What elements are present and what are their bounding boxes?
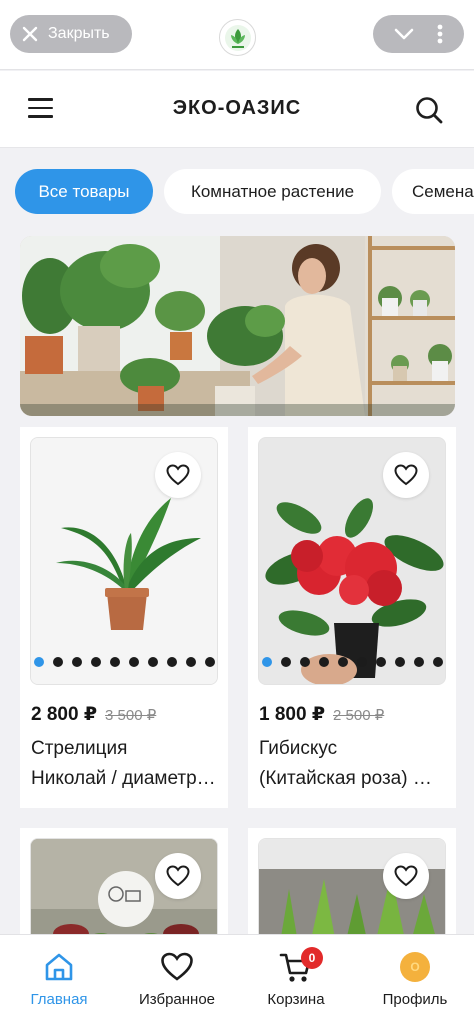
favorite-button[interactable]	[383, 853, 429, 899]
search-icon	[416, 97, 443, 124]
favorite-button[interactable]	[155, 853, 201, 899]
product-title[interactable]: Стрелиция Николай / диаметр…	[31, 734, 221, 794]
nav-cart[interactable]: 0 Корзина	[237, 935, 355, 1024]
pagination-dot[interactable]	[109, 657, 120, 667]
nav-icon-wrap: О	[400, 949, 430, 985]
brand-title: ЭКО-ОАЗИС	[172, 97, 302, 119]
pagination-dot[interactable]	[71, 657, 82, 667]
product-title-line: (Китайская роза) …	[259, 768, 432, 789]
product-title-line: Гибискус	[259, 738, 338, 759]
product-photo[interactable]	[30, 437, 218, 685]
close-icon	[22, 26, 38, 42]
pagination-dot[interactable]	[337, 657, 348, 667]
product-title[interactable]: Гибискус (Китайская роза) …	[259, 734, 449, 794]
cart-count-badge: 0	[301, 947, 323, 969]
heart-icon	[166, 464, 190, 486]
product-card[interactable]	[248, 828, 456, 948]
chip-label: Комнатное растение	[190, 181, 355, 201]
price: 1 800 ₽	[259, 704, 326, 725]
chip-label: Все товары	[38, 181, 130, 201]
pagination-dot[interactable]	[432, 657, 443, 667]
avatar: О	[400, 952, 430, 982]
product-title-line: Николай / диаметр…	[31, 768, 216, 789]
product-card[interactable]: 1 800 ₽ 2 500 ₽ Гибискус (Китайская роза…	[248, 427, 456, 808]
old-price: 3 500 ₽	[105, 707, 157, 724]
nav-label: Корзина	[267, 991, 325, 1008]
pagination-dot[interactable]	[52, 657, 63, 667]
chip-label: Семена	[412, 181, 474, 201]
pagination-dot[interactable]	[280, 657, 291, 667]
price-row: 2 800 ₽ 3 500 ₽	[31, 703, 156, 726]
pagination-dot[interactable]	[394, 657, 405, 667]
pagination-dot[interactable]	[147, 657, 158, 667]
product-photo[interactable]	[30, 838, 218, 948]
mini-app-menu	[373, 15, 464, 53]
old-price: 2 500 ₽	[333, 707, 385, 724]
price: 2 800 ₽	[31, 704, 98, 725]
photo-pagination	[31, 657, 217, 667]
mini-app-bar: Закрыть	[0, 0, 474, 70]
pagination-dot[interactable]	[185, 657, 196, 667]
pagination-dot[interactable]	[33, 657, 44, 667]
product-photo[interactable]	[258, 437, 446, 685]
product-photo[interactable]	[258, 838, 446, 948]
promo-banner[interactable]	[20, 236, 455, 416]
close-label: Закрыть	[48, 25, 110, 42]
favorite-button[interactable]	[155, 452, 201, 498]
pagination-dot[interactable]	[318, 657, 329, 667]
chip-seeds[interactable]: Семена	[392, 169, 474, 214]
app-header: ЭКО-ОАЗИС	[0, 71, 474, 148]
nav-label: Главная	[30, 991, 88, 1008]
heart-icon	[161, 952, 193, 981]
banner-illustration	[20, 236, 455, 416]
photo-pagination	[259, 657, 445, 667]
bottom-navigation: Главная Избранное 0 Корзина О Профиль	[0, 934, 474, 1024]
chip-all-products[interactable]: Все товары	[15, 169, 153, 214]
product-title-line: Стрелиция	[31, 738, 128, 759]
pagination-dot[interactable]	[128, 657, 139, 667]
leaf-logo-icon	[224, 24, 251, 51]
home-icon	[45, 953, 73, 981]
pagination-dot[interactable]	[375, 657, 386, 667]
product-card[interactable]: 2 800 ₽ 3 500 ₽ Стрелиция Николай / диам…	[20, 427, 228, 808]
more-vertical-icon[interactable]	[437, 24, 443, 44]
heart-icon	[394, 865, 418, 887]
nav-home[interactable]: Главная	[0, 935, 118, 1024]
category-chips: Все товары Комнатное растение Семена	[0, 148, 474, 236]
search-button[interactable]	[414, 95, 444, 125]
pagination-dot[interactable]	[299, 657, 310, 667]
product-card[interactable]	[20, 828, 228, 948]
nav-label: Профиль	[382, 991, 448, 1008]
nav-profile[interactable]: О Профиль	[356, 935, 474, 1024]
nav-icon-wrap	[43, 949, 75, 985]
chip-houseplants[interactable]: Комнатное растение	[164, 169, 381, 214]
pagination-dot[interactable]	[204, 657, 215, 667]
price-row: 1 800 ₽ 2 500 ₽	[259, 703, 384, 726]
chevron-down-icon[interactable]	[394, 28, 414, 40]
nav-label: Избранное	[138, 991, 216, 1008]
pagination-dot[interactable]	[90, 657, 101, 667]
pagination-dot[interactable]	[166, 657, 177, 667]
pagination-dot[interactable]	[261, 657, 272, 667]
pagination-dot[interactable]	[356, 657, 367, 667]
heart-icon	[166, 865, 190, 887]
app-logo	[219, 19, 256, 56]
nav-icon-wrap: 0	[279, 947, 323, 985]
close-button[interactable]: Закрыть	[10, 15, 132, 53]
heart-icon	[394, 464, 418, 486]
pagination-dot[interactable]	[413, 657, 424, 667]
favorite-button[interactable]	[383, 452, 429, 498]
nav-favorites[interactable]: Избранное	[118, 935, 236, 1024]
nav-icon-wrap	[160, 949, 194, 985]
